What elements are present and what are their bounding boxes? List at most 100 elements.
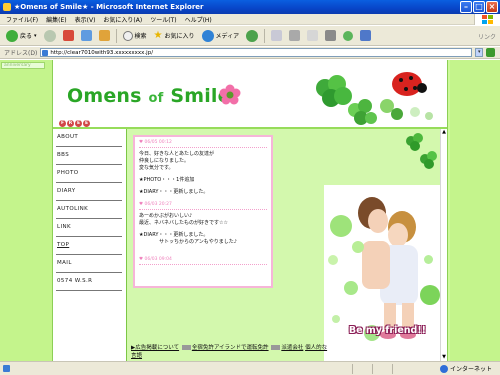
nav-about[interactable]: ABOUT [56,129,122,147]
menu-file[interactable]: ファイル(F) [6,15,38,24]
bubble [330,215,352,237]
menu-view[interactable]: 表示(V) [75,15,96,24]
ad-link[interactable]: 言語 [131,353,142,359]
security-zone: インターネット [439,364,492,373]
pr-icon [271,345,281,350]
site-logo[interactable]: Omens of Smile [67,85,231,107]
page-icon [42,49,49,56]
media-icon [201,29,214,42]
site-header: Omens of Smile F R E E [53,60,447,128]
star-icon: ★ [153,30,163,41]
home-button[interactable] [97,28,112,44]
stop-button[interactable] [61,28,76,44]
print-icon [289,30,301,41]
nav-mail[interactable]: MAIL [56,255,122,273]
back-button[interactable]: 戻る ▾ [4,28,39,44]
home-icon [98,30,110,41]
content-scrollbar[interactable]: ▲ ▼ [440,129,447,361]
messenger-button[interactable] [341,28,355,44]
chevron-down-icon: ▾ [34,32,37,39]
clover-ladybug-image [316,72,433,125]
bubble [344,281,358,295]
entry-line: 変な気分です。 [139,165,174,171]
maximize-button[interactable]: □ [473,1,485,13]
menu-tools[interactable]: ツール(T) [150,15,176,24]
pr-icon [181,345,191,350]
nav-link[interactable]: LINK [56,219,122,237]
right-background [450,60,500,361]
entry-date: 06/03 09:04 [139,257,267,263]
edit-button[interactable] [305,28,320,44]
ie-app-icon [3,3,11,11]
flower-icon [219,84,241,105]
entry-date: 06/03 20:27 [139,202,267,208]
menu-edit[interactable]: 編集(E) [46,15,66,24]
address-bar: アドレス(D) http://clear7010with93.xxxxxxxxx… [0,47,500,59]
clover-icon [406,133,437,169]
nav-wsr[interactable]: 0574 W.S.R [56,273,122,291]
discuss-button[interactable] [323,28,338,44]
site-page: Omens of Smile F R E E ABOUT BBS PHOTO D… [52,60,448,361]
entry-line: 仲良しになりました。 [139,158,190,164]
scroll-down-arrow[interactable]: ▼ [441,354,447,361]
ad-link[interactable]: 全宿免許アイランドで運転免許 [192,345,269,351]
address-input[interactable]: http://clear7010with93.xxxxxxxxx.jp/ [40,48,473,57]
research-button[interactable] [358,28,373,44]
ad-ticker: ▶広告掲載について 全宿免許アイランドで運転免許 派遣会社 個人的な 言語 [131,344,435,361]
stop-icon [62,30,74,41]
bubble [424,255,433,264]
menu-help[interactable]: ヘルプ(H) [185,15,212,24]
history-icon [246,29,259,42]
ad-link[interactable]: 個人的な [305,345,327,351]
window-title: ★Omens of Smile★ - Microsoft Internet Ex… [14,3,204,11]
window-controls: – □ × [460,1,498,13]
ad-link[interactable]: ▶広告掲載について [131,345,179,351]
close-button[interactable]: × [486,1,498,13]
media-button[interactable]: メディア [200,28,242,44]
links-label[interactable]: リンク [478,32,496,41]
entry-line: 最近、ネバネバしたものが好きです☆☆ [139,220,228,226]
mail-icon [271,30,283,41]
history-button[interactable] [244,28,260,44]
favorites-button[interactable]: ★ お気に入り [152,28,197,44]
menu-bar: ファイル(F) 編集(E) 表示(V) お気に入り(A) ツール(T) ヘルプ(… [0,14,500,25]
entry-line: ★DIARY・・・更新しました。 [139,232,209,238]
blog-box[interactable]: 06/05 00:12 今日、好きな人とあたしの友達が 仲良しになりました。 変… [133,135,273,288]
address-dropdown-button[interactable]: ▾ [475,48,484,57]
discuss-icon [325,30,337,41]
nav-diary[interactable]: DIARY [56,183,122,201]
search-button[interactable]: 検索 [121,28,149,44]
messenger-icon [343,30,354,41]
entry-line: サトッちからのアンもやりました♪ [139,239,237,245]
minimize-button[interactable]: – [460,1,472,13]
windows-logo-icon [474,14,500,25]
forward-button[interactable] [42,28,58,44]
research-icon [360,30,372,41]
content-area: 06/05 00:12 今日、好きな人とあたしの友達が 仲良しになりました。 変… [126,129,446,361]
nav-top[interactable]: TOP [56,237,122,255]
mail-button[interactable] [269,28,284,44]
scroll-up-arrow[interactable]: ▲ [441,129,447,136]
nav-photo[interactable]: PHOTO [56,165,122,183]
menu-favorites[interactable]: お気に入り(A) [103,15,142,24]
print-button[interactable] [287,28,302,44]
entry-date: 06/05 00:12 [139,140,267,146]
ad-link[interactable]: 派遣会社 [281,345,303,351]
address-label: アドレス(D) [4,50,38,57]
go-button[interactable] [486,48,496,57]
entry-line: あーめかぶがおいしい♪ [139,213,193,219]
bubble [420,285,440,305]
refresh-button[interactable] [79,28,94,44]
globe-icon [439,364,448,373]
window-titlebar[interactable]: ★Omens of Smile★ - Microsoft Internet Ex… [0,0,500,14]
back-arrow-icon [6,29,18,42]
address-url: http://clear7010with93.xxxxxxxxx.jp/ [50,49,154,56]
nav-autolink[interactable]: AUTOLINK [56,201,122,219]
page-status-icon [3,365,10,372]
status-bar: インターネット [0,361,500,375]
free-badge: F R E E [59,120,90,127]
forward-arrow-icon [43,29,56,42]
nav-bbs[interactable]: BBS [56,147,122,165]
entry-line: 今日、好きな人とあたしの友達が [139,151,215,157]
bubble [352,241,364,253]
